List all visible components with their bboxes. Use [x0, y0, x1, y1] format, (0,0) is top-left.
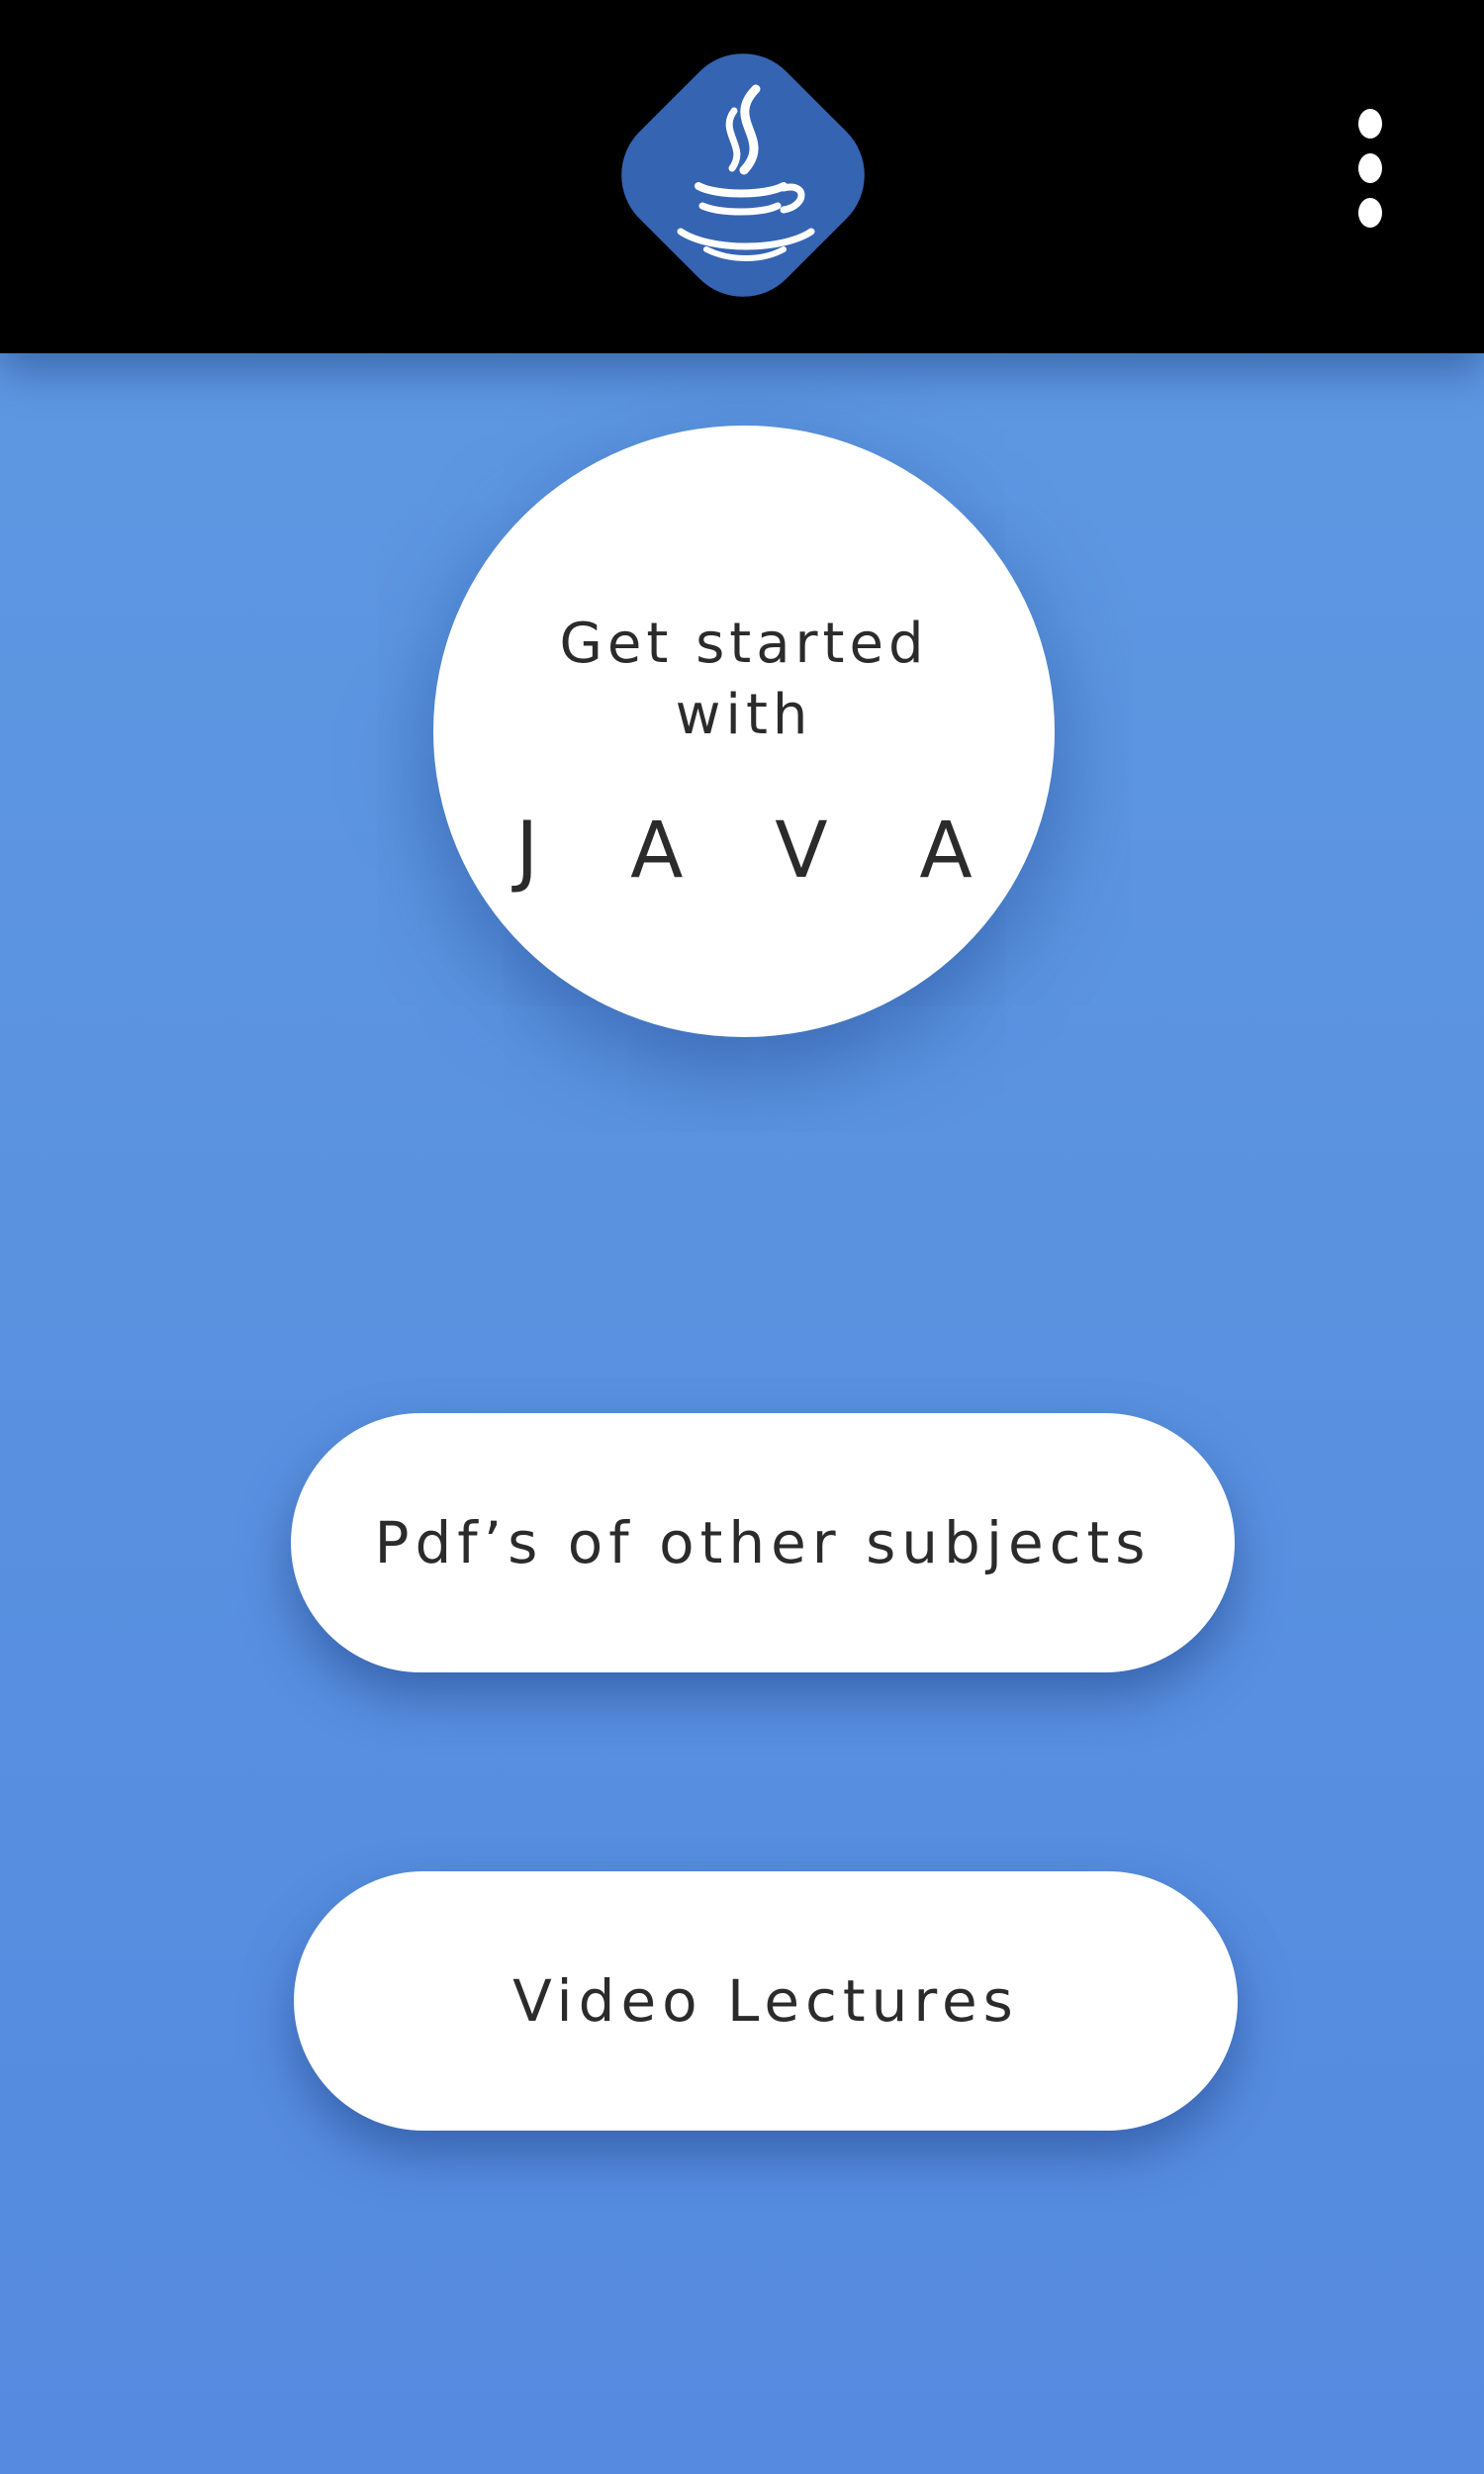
menu-dot	[1358, 109, 1382, 139]
pdfs-other-subjects-button[interactable]: Pdf’s of other subjects	[291, 1413, 1235, 1672]
app-bar	[0, 0, 1484, 353]
more-vert-icon[interactable]	[1342, 99, 1399, 238]
menu-dot	[1358, 153, 1382, 183]
hero-line-get-started: Get started	[559, 612, 929, 676]
hero-line-java: J A V A	[515, 807, 1006, 896]
video-lectures-button[interactable]: Video Lectures	[294, 1871, 1238, 2131]
hero-line-with: with	[675, 683, 813, 747]
java-logo-icon	[607, 44, 879, 307]
get-started-java-button[interactable]: Get started with J A V A	[433, 426, 1055, 1037]
pdfs-button-label: Pdf’s of other subjects	[374, 1509, 1152, 1576]
video-lectures-label: Video Lectures	[512, 1967, 1019, 2035]
menu-dot	[1358, 198, 1382, 228]
